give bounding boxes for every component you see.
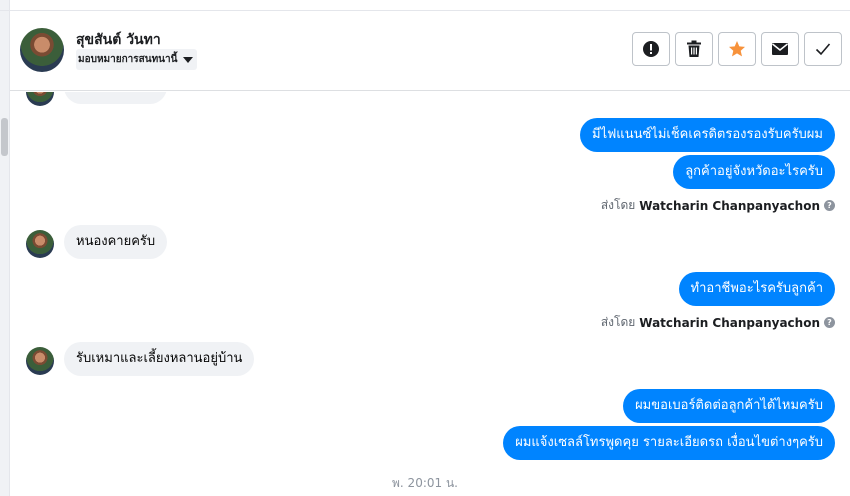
mark-done-button[interactable] bbox=[804, 32, 842, 66]
outgoing-message[interactable]: ลูกค้าอยู่จังหวัดอะไรครับ bbox=[673, 155, 835, 189]
sent-by-prefix: ส่งโดย bbox=[600, 198, 636, 212]
incoming-message[interactable]: หนองคายครับ bbox=[64, 225, 168, 259]
trash-icon bbox=[687, 40, 701, 57]
incoming-message[interactable]: รับเหมาและเลี้ยงหลานอยู่บ้าน bbox=[64, 342, 255, 376]
sender-name[interactable]: Watcharin Chanpanyachon bbox=[639, 316, 820, 330]
sent-by-label: ส่งโดย Watcharin Chanpanyachon ? bbox=[601, 313, 835, 332]
envelope-icon bbox=[772, 43, 788, 55]
outgoing-message[interactable]: ผมแจ้งเซลล์โทรพูดคุย รายละเอียดรถ เงื่อน… bbox=[503, 426, 835, 460]
help-icon[interactable]: ? bbox=[824, 317, 835, 328]
customer-avatar bbox=[26, 92, 54, 106]
delete-button[interactable] bbox=[675, 32, 713, 66]
spam-button[interactable] bbox=[632, 32, 670, 66]
message-thread[interactable]: ติดแล้วไล้ครับ มีไฟแนนซ์ไม่เช็คเครดิตรอง… bbox=[10, 92, 850, 496]
scrollbar-thumb[interactable] bbox=[1, 118, 8, 156]
assign-conversation-dropdown[interactable]: มอบหมายการสนทนานี้ bbox=[76, 49, 198, 70]
header-actions bbox=[632, 32, 842, 66]
alert-icon bbox=[643, 41, 659, 57]
incoming-message-partial: ติดแล้วไล้ครับ bbox=[64, 92, 167, 104]
sent-by-label: ส่งโดย Watcharin Chanpanyachon ? bbox=[601, 196, 835, 215]
star-button[interactable] bbox=[718, 32, 756, 66]
outgoing-message[interactable]: มีไฟแนนซ์ไม่เช็คเครดิตรองรองรับครับผม bbox=[580, 118, 835, 152]
check-icon bbox=[815, 43, 831, 56]
caret-down-icon bbox=[183, 56, 194, 63]
left-scroll-rail[interactable] bbox=[0, 0, 10, 496]
assign-label: มอบหมายการสนทนานี้ bbox=[78, 54, 178, 65]
sender-name[interactable]: Watcharin Chanpanyachon bbox=[639, 199, 820, 213]
star-icon bbox=[729, 41, 745, 57]
customer-avatar bbox=[26, 347, 54, 375]
sent-by-prefix: ส่งโดย bbox=[600, 315, 636, 329]
help-icon[interactable]: ? bbox=[824, 200, 835, 211]
customer-avatar bbox=[26, 230, 54, 258]
message-timestamp: พ. 20:01 น. bbox=[392, 476, 458, 490]
contact-name[interactable]: สุขสันต์ วันทา bbox=[76, 29, 161, 51]
mark-unread-button[interactable] bbox=[761, 32, 799, 66]
outgoing-message[interactable]: ผมขอเบอร์ติดต่อลูกค้าได้ไหมครับ bbox=[623, 389, 835, 423]
conversation-header: สุขสันต์ วันทา มอบหมายการสนทนานี้ bbox=[10, 11, 850, 91]
contact-avatar[interactable] bbox=[20, 28, 64, 72]
outgoing-message[interactable]: ทำอาชีพอะไรครับลูกค้า bbox=[678, 272, 835, 306]
